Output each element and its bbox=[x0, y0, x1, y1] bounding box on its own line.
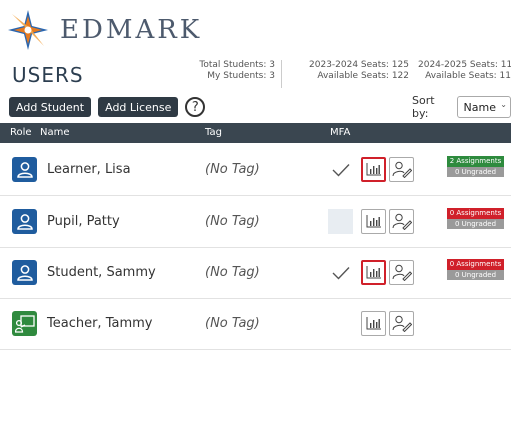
edit-user-icon[interactable] bbox=[389, 209, 414, 234]
student-person-icon bbox=[12, 209, 37, 234]
page-title: USERS bbox=[12, 63, 84, 87]
help-icon[interactable]: ? bbox=[185, 97, 206, 117]
edmark-star-logo-icon bbox=[8, 10, 48, 50]
student-stats: Total Students: 3 My Students: 3 bbox=[196, 60, 275, 90]
column-role[interactable]: Role bbox=[10, 127, 32, 138]
assignment-badge[interactable]: 0 Assignments 0 Ungraded bbox=[447, 259, 504, 281]
add-license-button[interactable]: Add License bbox=[98, 97, 179, 117]
teacher-board-icon bbox=[12, 311, 37, 336]
ungraded-count: 0 Ungraded bbox=[447, 167, 504, 177]
edmark-logo: EDMARK bbox=[8, 5, 202, 55]
bar-chart-icon[interactable] bbox=[361, 311, 386, 336]
edit-user-icon[interactable] bbox=[389, 157, 414, 182]
student-person-icon bbox=[12, 157, 37, 182]
user-name[interactable]: Teacher, Tammy bbox=[47, 316, 152, 331]
column-tag[interactable]: Tag bbox=[205, 127, 222, 138]
column-mfa[interactable]: MFA bbox=[330, 127, 350, 138]
divider bbox=[281, 60, 282, 88]
edit-user-icon[interactable] bbox=[389, 260, 414, 285]
bar-chart-icon[interactable] bbox=[361, 260, 386, 285]
available-2024: Available Seats: 11 bbox=[425, 71, 511, 81]
assignments-count: 2 Assignments bbox=[447, 156, 504, 167]
chevron-down-icon: ⌄ bbox=[500, 100, 507, 109]
ungraded-count: 0 Ungraded bbox=[447, 219, 504, 229]
sort-control: Sort by: Name ⌄ bbox=[412, 94, 511, 120]
table-row[interactable]: Student, Sammy (No Tag) 0 Assignments 0 … bbox=[0, 247, 511, 299]
user-tag[interactable]: (No Tag) bbox=[205, 316, 260, 331]
seats-2024-stats: 2024-2025 Seats: 11 Available Seats: 11 bbox=[418, 60, 511, 90]
user-tag[interactable]: (No Tag) bbox=[205, 162, 260, 177]
add-student-button[interactable]: Add Student bbox=[9, 97, 92, 117]
user-name[interactable]: Pupil, Patty bbox=[47, 214, 120, 229]
seats-2024: 2024-2025 Seats: 11 bbox=[418, 60, 511, 70]
seats-2023: 2023-2024 Seats: 125 bbox=[309, 60, 409, 70]
edit-user-icon[interactable] bbox=[389, 311, 414, 336]
user-tag[interactable]: (No Tag) bbox=[205, 214, 260, 229]
user-tag[interactable]: (No Tag) bbox=[205, 265, 260, 280]
sort-select[interactable]: Name ⌄ bbox=[456, 96, 511, 118]
sort-label: Sort by: bbox=[412, 94, 435, 120]
brand-name: EDMARK bbox=[60, 15, 203, 45]
table-row[interactable]: Teacher, Tammy (No Tag) bbox=[0, 298, 511, 350]
total-students: Total Students: 3 bbox=[199, 60, 275, 70]
my-students: My Students: 3 bbox=[207, 71, 275, 81]
available-2023: Available Seats: 122 bbox=[317, 71, 409, 81]
table-row[interactable]: Learner, Lisa (No Tag) 2 Assignments 0 U… bbox=[0, 144, 511, 196]
student-person-icon bbox=[12, 260, 37, 285]
table-header: Role Name Tag MFA bbox=[0, 123, 511, 143]
assignments-count: 0 Assignments bbox=[447, 208, 504, 219]
column-name[interactable]: Name bbox=[40, 127, 70, 138]
assignment-badge[interactable]: 0 Assignments 0 Ungraded bbox=[447, 208, 504, 230]
seats-2023-stats: 2023-2024 Seats: 125 Available Seats: 12… bbox=[281, 60, 409, 90]
toolbar: Add Student Add License ? bbox=[9, 96, 206, 118]
bar-chart-icon[interactable] bbox=[361, 209, 386, 234]
assignments-count: 0 Assignments bbox=[447, 259, 504, 270]
user-name[interactable]: Learner, Lisa bbox=[47, 162, 131, 177]
checkmark-icon[interactable] bbox=[328, 157, 353, 182]
table-row[interactable]: Pupil, Patty (No Tag) 0 Assignments 0 Un… bbox=[0, 196, 511, 248]
bar-chart-icon[interactable] bbox=[361, 157, 386, 182]
ungraded-count: 0 Ungraded bbox=[447, 270, 504, 280]
checkmark-icon[interactable] bbox=[328, 260, 353, 285]
user-name[interactable]: Student, Sammy bbox=[47, 265, 156, 280]
mfa-toggle[interactable] bbox=[328, 209, 353, 234]
sort-value: Name bbox=[463, 100, 496, 114]
assignment-badge[interactable]: 2 Assignments 0 Ungraded bbox=[447, 156, 504, 178]
